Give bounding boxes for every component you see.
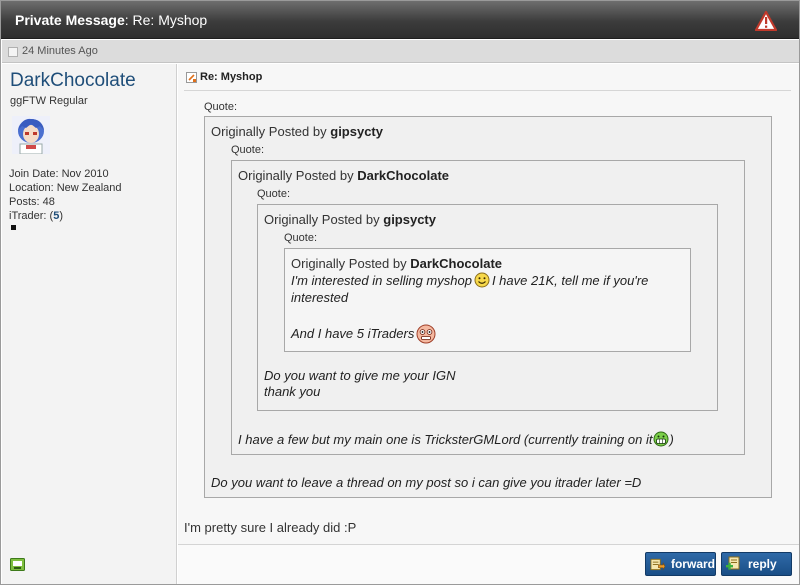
warning-triangle-icon[interactable] [755, 11, 777, 31]
quote-4-line-1: I'm interested in selling myshop I have 2… [291, 272, 648, 288]
user-location: Location: New Zealand [9, 182, 122, 194]
quote-2-header: Originally Posted by DarkChocolate [238, 168, 449, 183]
quote-4-line-3-text: And I have 5 iTraders [291, 326, 415, 341]
quote-1-line-1: Do you want to leave a thread on my post… [211, 475, 642, 490]
quote-4-line-1b: I have 21K, tell me if you're [491, 273, 649, 288]
quote-2-line-1-text: I have a few but my main one is Trickste… [238, 432, 653, 447]
user-title: ggFTW Regular [10, 95, 88, 107]
message-title-icon [186, 72, 197, 83]
window-titlebar: Private Message: Re: Myshop [1, 1, 799, 39]
itrader-label: iTrader: ( [9, 210, 54, 222]
post-icon [8, 47, 18, 57]
message-title: Re: Myshop [200, 71, 263, 83]
message-content: Re: Myshop Quote: Originally Posted by g… [178, 64, 799, 584]
quote-label-1: Quote: [204, 101, 238, 113]
quote-box-2: Originally Posted by DarkChocolate Quote… [231, 160, 745, 455]
forward-button[interactable]: forward [645, 552, 716, 576]
quote-4-line-1a: I'm interested in selling myshop [291, 273, 472, 288]
user-posts: Posts: 48 [9, 196, 55, 208]
reply-button[interactable]: reply [721, 552, 792, 576]
quote-2-header-prefix: Originally Posted by [238, 168, 354, 183]
avatar[interactable] [12, 116, 50, 154]
username-link[interactable]: DarkChocolate [10, 70, 136, 92]
quote-4-line-2: interested [291, 290, 349, 305]
quote-box-1: Originally Posted by gipsycty Quote: Ori… [204, 116, 772, 498]
post-date-bar: 24 Minutes Ago [2, 40, 799, 63]
window-title: Private Message: Re: Myshop [15, 12, 207, 28]
quote-4-header: Originally Posted by DarkChocolate [291, 256, 502, 271]
window-title-bold: Private Message [15, 12, 125, 28]
window-title-rest: : Re: Myshop [124, 12, 208, 28]
grin-icon [653, 431, 669, 447]
shocked-icon [416, 324, 436, 344]
user-stats: Join Date: Nov 2010 Location: New Zealan… [9, 167, 122, 223]
itrader-close: ) [59, 210, 64, 222]
online-status-icon [10, 558, 25, 571]
message-body-text: I'm pretty sure I already did :P [184, 520, 357, 535]
quote-box-4: Originally Posted by DarkChocolate I'm i… [284, 248, 691, 352]
quote-label-3: Quote: [257, 188, 291, 200]
quote-3-line-1: Do you want to give me your IGN [264, 368, 456, 383]
quote-3-line-2: thank you [264, 384, 321, 399]
forward-icon [650, 558, 665, 571]
quote-3-author: gipsycty [383, 212, 436, 227]
quote-3-header-prefix: Originally Posted by [264, 212, 380, 227]
user-itrader: iTrader: (5) [9, 209, 122, 223]
quote-label-4: Quote: [284, 232, 318, 244]
quote-2-line-1: I have a few but my main one is Trickste… [238, 431, 674, 447]
quote-4-header-prefix: Originally Posted by [291, 256, 407, 271]
user-join-date: Join Date: Nov 2010 [9, 168, 109, 180]
quote-box-3: Originally Posted by gipsycty Quote: Ori… [257, 204, 718, 411]
quote-4-author: DarkChocolate [410, 256, 502, 271]
forward-button-label: forward [670, 557, 715, 571]
title-divider [184, 90, 791, 91]
quote-1-author: gipsycty [330, 124, 383, 139]
action-button-bar: forward reply [178, 544, 799, 584]
quote-1-header: Originally Posted by gipsycty [211, 124, 383, 139]
quote-1-header-prefix: Originally Posted by [211, 124, 327, 139]
post-date: 24 Minutes Ago [22, 45, 98, 57]
quote-4-line-3: And I have 5 iTraders [291, 324, 438, 344]
smile-icon [474, 272, 490, 288]
quote-3-header: Originally Posted by gipsycty [264, 212, 436, 227]
user-info-pane: DarkChocolate ggFTW Regular Join Date: N… [2, 64, 177, 584]
pm-window: Private Message: Re: Myshop 24 Minutes A… [0, 0, 800, 585]
reply-button-label: reply [748, 557, 777, 571]
reputation-pip [11, 225, 16, 230]
quote-2-author: DarkChocolate [357, 168, 449, 183]
quote-2-line-1-end: ) [669, 432, 674, 447]
quote-label-2: Quote: [231, 144, 265, 156]
reply-icon [726, 556, 740, 570]
